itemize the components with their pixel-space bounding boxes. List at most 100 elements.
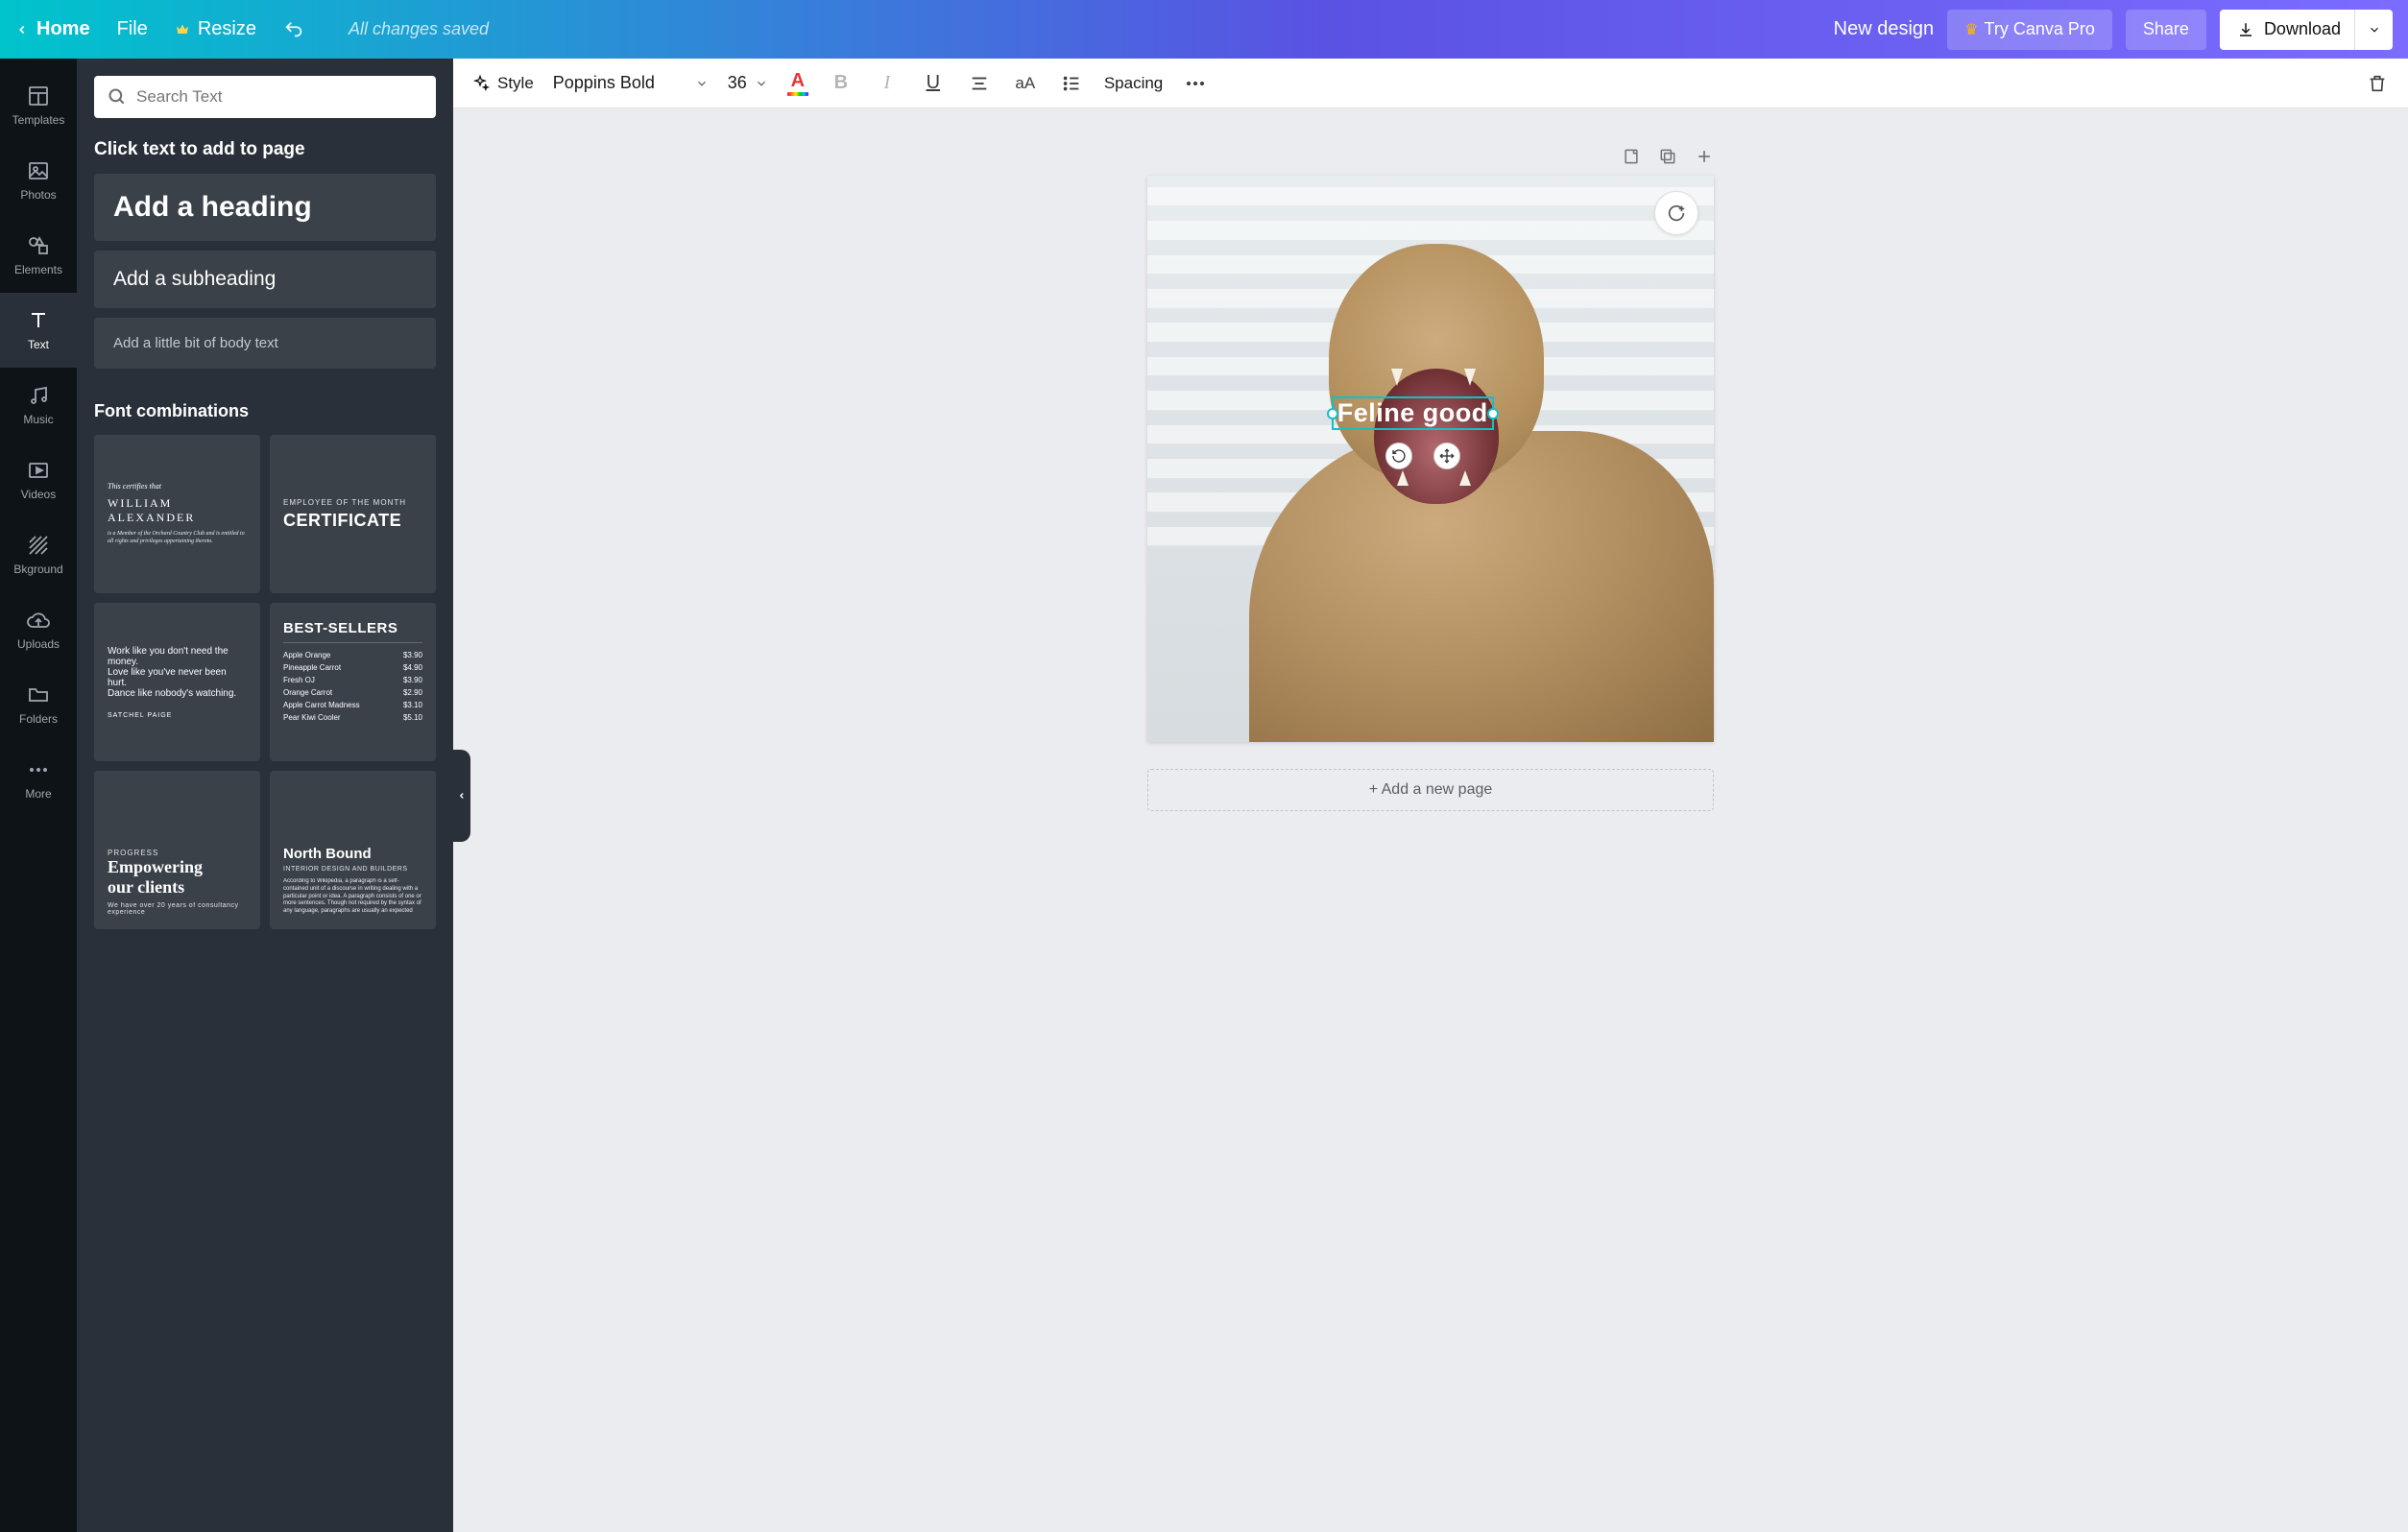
search-input[interactable]	[136, 87, 422, 107]
chevron-down-icon	[2368, 23, 2381, 36]
search-text-box[interactable]	[94, 76, 436, 118]
font-combo-tile[interactable]: Work like you don't need the money. Love…	[94, 603, 260, 761]
align-button[interactable]	[966, 70, 993, 97]
italic-button[interactable]: I	[874, 70, 901, 97]
nav-elements[interactable]: Elements	[0, 218, 77, 293]
add-heading-card[interactable]: Add a heading	[94, 174, 436, 241]
canvas-text[interactable]: Feline good	[1337, 398, 1488, 427]
tile-text: Fresh OJ	[283, 676, 315, 684]
underline-button[interactable]: U	[920, 70, 947, 97]
home-button[interactable]: Home	[15, 18, 90, 40]
tile-text: We have over 20 years of consultancy exp…	[108, 902, 247, 916]
rotate-icon	[1391, 448, 1407, 464]
nav-videos-label: Videos	[21, 488, 56, 501]
nav-templates[interactable]: Templates	[0, 68, 77, 143]
chevron-down-icon	[755, 77, 768, 90]
resize-handle-left[interactable]	[1327, 408, 1338, 419]
nav-more[interactable]: More	[0, 742, 77, 817]
text-icon	[27, 309, 50, 332]
nav-text[interactable]: Text	[0, 293, 77, 368]
style-button[interactable]: Style	[470, 74, 534, 93]
tile-text: According to Wikipedia, a paragraph is a…	[283, 878, 422, 916]
canvas-area: Feline good + Add a new page	[453, 108, 2408, 1532]
add-page-button-small[interactable]	[1695, 147, 1714, 166]
nav-folders[interactable]: Folders	[0, 667, 77, 742]
style-label: Style	[497, 74, 534, 93]
nav-music[interactable]: Music	[0, 368, 77, 443]
duplicate-icon	[1658, 147, 1677, 166]
undo-icon	[283, 19, 304, 40]
nav-background[interactable]: Bkground	[0, 517, 77, 592]
delete-button[interactable]	[2364, 70, 2391, 97]
bold-icon: B	[834, 72, 848, 94]
duplicate-page-button[interactable]	[1658, 147, 1677, 166]
selected-text-box[interactable]: Feline good	[1332, 396, 1494, 430]
search-icon	[108, 87, 127, 107]
bold-button[interactable]: B	[828, 70, 855, 97]
tile-text: North Bound	[283, 846, 422, 862]
sparkle-icon	[470, 74, 490, 93]
file-menu[interactable]: File	[117, 18, 148, 40]
font-combo-tile[interactable]: EMPLOYEE OF THE MONTH CERTIFICATE	[270, 435, 436, 593]
nav-music-label: Music	[23, 413, 53, 426]
tile-text: is a Member of the Orchard Country Club …	[108, 531, 247, 546]
tile-text: Love like you've never been hurt.	[108, 667, 247, 688]
tile-text: $5.10	[403, 713, 422, 722]
font-size-selector[interactable]: 36	[728, 73, 768, 93]
spacing-button[interactable]: Spacing	[1104, 74, 1163, 93]
font-combo-tile[interactable]: North Bound INTERIOR DESIGN AND BUILDERS…	[270, 771, 436, 929]
tile-text: SATCHEL PAIGE	[108, 712, 247, 719]
underline-icon: U	[927, 72, 940, 94]
add-new-page-button[interactable]: + Add a new page	[1147, 769, 1714, 811]
font-combo-tile[interactable]: PROGRESS Empowering our clients We have …	[94, 771, 260, 929]
more-options-button[interactable]	[1182, 70, 1209, 97]
font-selector[interactable]: Poppins Bold	[553, 73, 709, 93]
tile-text: This certifies that	[108, 482, 161, 491]
photos-icon	[27, 159, 50, 182]
undo-button[interactable]	[283, 19, 304, 40]
nav-videos[interactable]: Videos	[0, 443, 77, 517]
nav-elements-label: Elements	[14, 263, 62, 276]
resize-button[interactable]: Resize	[175, 18, 256, 40]
try-pro-button[interactable]: ♛ Try Canva Pro	[1947, 10, 2112, 50]
text-case-button[interactable]: aA	[1012, 70, 1039, 97]
new-design-button[interactable]: New design	[1834, 18, 1935, 40]
crown-icon	[175, 22, 190, 37]
share-button[interactable]: Share	[2126, 10, 2206, 50]
resize-handle-right[interactable]	[1487, 408, 1499, 419]
nav-uploads-label: Uploads	[17, 637, 60, 651]
page-controls	[1147, 147, 1714, 166]
collapse-panel-button[interactable]	[453, 750, 470, 842]
download-dropdown[interactable]	[2354, 10, 2393, 50]
list-icon	[1061, 73, 1082, 94]
refresh-plus-icon	[1666, 203, 1687, 224]
more-icon	[1187, 82, 1204, 85]
magic-button[interactable]	[1654, 191, 1698, 235]
tile-text: $3.90	[403, 651, 422, 659]
nav-folders-label: Folders	[19, 712, 58, 726]
download-button[interactable]: Download	[2220, 10, 2358, 50]
list-button[interactable]	[1058, 70, 1085, 97]
align-icon	[969, 73, 990, 94]
add-body-card[interactable]: Add a little bit of body text	[94, 318, 436, 369]
tile-text: INTERIOR DESIGN AND BUILDERS	[283, 866, 422, 873]
nav-background-label: Bkground	[13, 563, 62, 576]
move-handle[interactable]	[1433, 443, 1460, 469]
download-label: Download	[2264, 19, 2341, 39]
font-combo-tile[interactable]: BEST-SELLERS Apple Orange$3.90 Pineapple…	[270, 603, 436, 761]
notes-button[interactable]	[1622, 147, 1641, 166]
tile-text: PROGRESS	[108, 849, 247, 857]
crown-icon: ♛	[1964, 20, 1978, 39]
font-size: 36	[728, 73, 747, 93]
font-combo-tile[interactable]: This certifies that WILLIAM ALEXANDER is…	[94, 435, 260, 593]
click-hint: Click text to add to page	[94, 139, 436, 160]
home-label: Home	[36, 18, 90, 40]
add-subheading-card[interactable]: Add a subheading	[94, 251, 436, 308]
font-name: Poppins Bold	[553, 73, 687, 93]
rotate-handle[interactable]	[1385, 443, 1412, 469]
canvas-page[interactable]: Feline good	[1147, 176, 1714, 742]
nav-photos[interactable]: Photos	[0, 143, 77, 218]
text-color-button[interactable]: A	[787, 71, 808, 96]
text-toolbar: Style Poppins Bold 36 A B I U aA	[453, 59, 2408, 108]
nav-uploads[interactable]: Uploads	[0, 592, 77, 667]
